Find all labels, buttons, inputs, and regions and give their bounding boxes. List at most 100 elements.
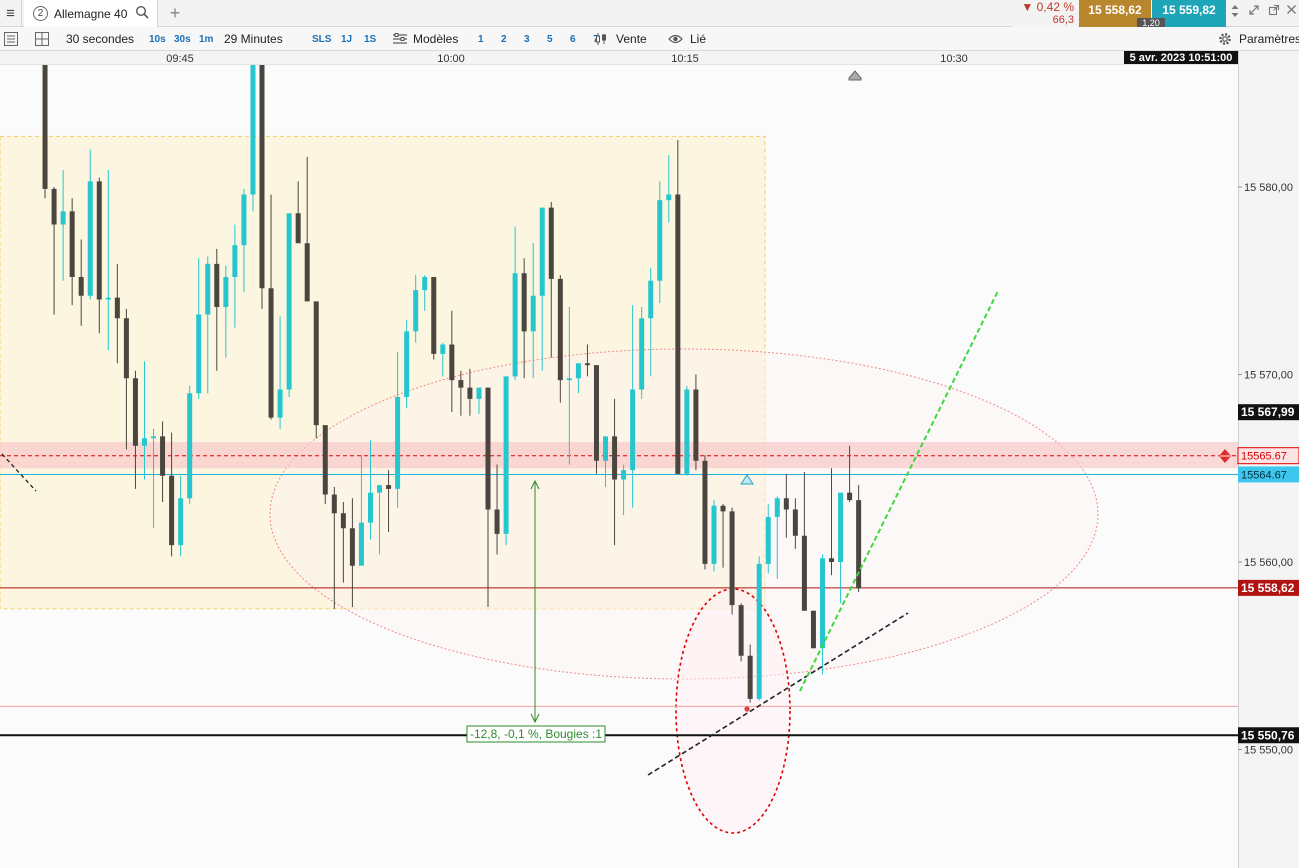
candle-body[interactable] bbox=[123, 318, 129, 379]
candle-body[interactable] bbox=[503, 376, 509, 534]
close-icon[interactable] bbox=[1286, 4, 1297, 15]
candle-body[interactable] bbox=[530, 295, 536, 332]
popout-icon[interactable] bbox=[1268, 4, 1280, 16]
candle-body[interactable] bbox=[340, 513, 346, 529]
linked-toggle[interactable]: Lié bbox=[690, 27, 706, 51]
candle-body[interactable] bbox=[322, 425, 328, 495]
candle-body[interactable] bbox=[711, 505, 717, 564]
candle-body[interactable] bbox=[593, 365, 599, 461]
candle-body[interactable] bbox=[331, 494, 337, 514]
candle-body[interactable] bbox=[819, 558, 825, 649]
candle-body[interactable] bbox=[521, 273, 527, 332]
tab-allemagne-40[interactable]: 2 Allemagne 40 bbox=[24, 0, 158, 27]
candle-body[interactable] bbox=[720, 505, 726, 512]
interval-30s[interactable]: 30s bbox=[174, 27, 191, 51]
candle-body[interactable] bbox=[51, 188, 57, 225]
candle-body[interactable] bbox=[548, 207, 554, 279]
candle-body[interactable] bbox=[241, 194, 247, 246]
candle-body[interactable] bbox=[313, 301, 319, 426]
candle-body[interactable] bbox=[151, 436, 157, 439]
candle-body[interactable] bbox=[612, 436, 618, 480]
model-slot-2[interactable]: 2 bbox=[501, 27, 507, 51]
candle-body[interactable] bbox=[223, 277, 229, 307]
add-tab-button[interactable]: + bbox=[164, 0, 186, 27]
candle-body[interactable] bbox=[440, 344, 446, 354]
candle-body[interactable] bbox=[666, 194, 672, 201]
candle-body[interactable] bbox=[630, 389, 636, 471]
candle-body[interactable] bbox=[675, 194, 681, 474]
candle-body[interactable] bbox=[783, 498, 789, 510]
candle-body[interactable] bbox=[838, 492, 844, 562]
candle-body[interactable] bbox=[476, 387, 482, 399]
candle-body[interactable] bbox=[449, 344, 455, 381]
interval-1m[interactable]: 1m bbox=[199, 27, 213, 51]
candle-body[interactable] bbox=[467, 387, 473, 399]
candle-body[interactable] bbox=[205, 263, 211, 315]
sell-mode-toggle[interactable]: Vente bbox=[616, 27, 647, 51]
models-icon[interactable] bbox=[392, 32, 408, 46]
candle-body[interactable] bbox=[114, 297, 120, 319]
candles-icon[interactable] bbox=[595, 32, 609, 46]
expand-icon[interactable] bbox=[1248, 4, 1260, 16]
candle-body[interactable] bbox=[78, 277, 84, 296]
candle-body[interactable] bbox=[765, 517, 771, 564]
candle-body[interactable] bbox=[648, 280, 654, 319]
candle-body[interactable] bbox=[557, 278, 563, 381]
candle-body[interactable] bbox=[187, 393, 193, 499]
candle-body[interactable] bbox=[756, 563, 762, 699]
candle-body[interactable] bbox=[395, 397, 401, 489]
layout-grid-icon[interactable] bbox=[35, 32, 49, 46]
model-slot-3[interactable]: 3 bbox=[524, 27, 530, 51]
candle-body[interactable] bbox=[196, 314, 202, 394]
interval-selector[interactable]: 30 secondes bbox=[66, 27, 134, 51]
candle-body[interactable] bbox=[485, 387, 491, 510]
range-ellipse[interactable] bbox=[269, 348, 1099, 680]
candle-body[interactable] bbox=[105, 297, 111, 300]
candle-body[interactable] bbox=[404, 331, 410, 397]
candle-body[interactable] bbox=[96, 181, 102, 300]
candle-body[interactable] bbox=[747, 655, 753, 699]
duration-selector[interactable]: 29 Minutes bbox=[224, 27, 283, 51]
candle-body[interactable] bbox=[377, 485, 383, 493]
candle-body[interactable] bbox=[277, 389, 283, 418]
list-view-icon[interactable] bbox=[4, 32, 18, 46]
bottom-ellipse[interactable] bbox=[675, 588, 791, 834]
period-sls[interactable]: SLS bbox=[312, 27, 331, 51]
candle-body[interactable] bbox=[539, 207, 545, 296]
period-1s[interactable]: 1S bbox=[364, 27, 376, 51]
models-menu[interactable]: Modèles bbox=[413, 27, 458, 51]
gear-icon[interactable] bbox=[1218, 32, 1232, 46]
candle-body[interactable] bbox=[458, 380, 464, 388]
candle-body[interactable] bbox=[684, 389, 690, 474]
candle-body[interactable] bbox=[603, 436, 609, 461]
candle-body[interactable] bbox=[349, 528, 355, 566]
candle-body[interactable] bbox=[494, 509, 500, 534]
search-icon[interactable] bbox=[135, 5, 149, 19]
candle-body[interactable] bbox=[259, 60, 265, 289]
candle-body[interactable] bbox=[829, 558, 835, 562]
candle-body[interactable] bbox=[657, 200, 663, 281]
candle-body[interactable] bbox=[738, 605, 744, 656]
candle-body[interactable] bbox=[847, 492, 853, 501]
model-slot-1[interactable]: 1 bbox=[478, 27, 484, 51]
settings-button[interactable]: Paramètres bbox=[1239, 27, 1299, 51]
candlestick-chart[interactable]: -12,8, -0,1 %, Bougies :1 09:45 10:00 10:1… bbox=[0, 51, 1299, 868]
candle-body[interactable] bbox=[295, 213, 301, 244]
candle-body[interactable] bbox=[132, 378, 138, 446]
candle-body[interactable] bbox=[160, 436, 166, 476]
candle-body[interactable] bbox=[693, 389, 699, 461]
scroll-arrows-icon[interactable] bbox=[1230, 4, 1240, 18]
candle-body[interactable] bbox=[774, 498, 780, 517]
candle-body[interactable] bbox=[566, 378, 572, 381]
candle-body[interactable] bbox=[702, 460, 708, 564]
candle-body[interactable] bbox=[792, 509, 798, 536]
candle-body[interactable] bbox=[367, 492, 373, 523]
candle-body[interactable] bbox=[232, 245, 238, 277]
candle-body[interactable] bbox=[178, 498, 184, 546]
candle-body[interactable] bbox=[413, 290, 419, 332]
eye-icon[interactable] bbox=[668, 33, 683, 45]
candle-body[interactable] bbox=[575, 363, 581, 379]
candle-body[interactable] bbox=[386, 485, 392, 489]
model-slot-5[interactable]: 5 bbox=[547, 27, 553, 51]
candle-body[interactable] bbox=[69, 211, 75, 277]
